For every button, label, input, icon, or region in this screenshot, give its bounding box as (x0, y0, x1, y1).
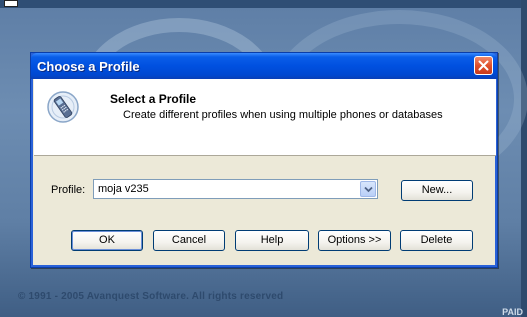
dialog-title: Choose a Profile (37, 59, 140, 74)
close-button[interactable] (474, 56, 493, 75)
header-title: Select a Profile (110, 92, 197, 106)
close-icon (478, 60, 489, 71)
corner-text: PAID (502, 307, 523, 317)
profile-select-value: moja v235 (98, 183, 149, 195)
profile-select[interactable]: moja v235 (93, 179, 378, 199)
cancel-button[interactable]: Cancel (153, 230, 225, 251)
ok-button[interactable]: OK (71, 230, 143, 251)
new-profile-button[interactable]: New... (401, 180, 473, 201)
profile-label: Profile: (51, 184, 86, 196)
profile-dropdown-button[interactable] (360, 181, 376, 197)
phone-icon (47, 91, 79, 123)
splash-small-box (4, 0, 18, 7)
dialog-header-panel: Select a Profile Create different profil… (34, 79, 496, 156)
splash-top-bar (0, 0, 527, 8)
help-button[interactable]: Help (235, 230, 309, 251)
options-button[interactable]: Options >> (318, 230, 391, 251)
header-subtitle: Create different profiles when using mul… (123, 109, 443, 121)
splash-right-edge (521, 0, 527, 317)
choose-profile-dialog: Choose a Profile Select a Profile Create… (30, 52, 498, 268)
delete-profile-button[interactable]: Delete (400, 230, 473, 251)
dialog-titlebar[interactable]: Choose a Profile (31, 53, 497, 79)
chevron-down-icon (364, 186, 373, 193)
copyright-text: © 1991 - 2005 Avanquest Software. All ri… (18, 291, 284, 302)
